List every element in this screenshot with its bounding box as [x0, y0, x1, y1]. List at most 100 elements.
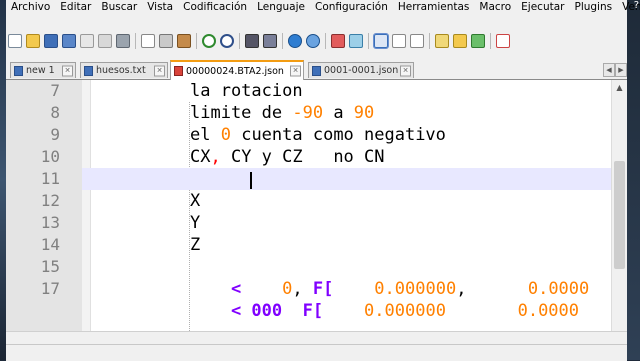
editor-line[interactable]: 9 el 0 cuenta como negativo	[6, 124, 612, 146]
tab-bar: new 1 ✕ huesos.txt ✕ 00000024.BTA2.json ✕ 0001…	[6, 60, 627, 80]
status-bar	[6, 344, 627, 361]
editor-line[interactable]: 10 CX, CY y CZ no CN	[6, 146, 612, 168]
editor-line[interactable]: < 000 F[ 0.000000 0.0000	[6, 300, 612, 322]
open-file-icon[interactable]	[26, 34, 40, 48]
toolbar-separator	[239, 33, 240, 49]
tab-close-icon[interactable]: ✕	[400, 65, 411, 76]
undo-icon[interactable]	[202, 34, 216, 48]
tab-close-icon[interactable]: ✕	[62, 65, 73, 76]
new-file-icon[interactable]	[8, 34, 22, 48]
line-number: 9	[50, 125, 60, 144]
toolbar	[6, 30, 627, 52]
tab-scroll-left-icon[interactable]: ◀	[603, 63, 615, 77]
tab-4[interactable]: 0001-0001.json ✕	[308, 62, 414, 78]
zoom-out-icon[interactable]	[306, 34, 320, 48]
sync-scroll-icon[interactable]	[331, 34, 345, 48]
tab-label: huesos.txt	[96, 65, 146, 76]
menu-plugins[interactable]: Plugins	[569, 0, 617, 14]
menubar: Archivo Editar Buscar Vista Codificación Leng…	[6, 0, 640, 14]
editor-line[interactable]: 11	[6, 168, 612, 190]
print-icon[interactable]	[116, 34, 130, 48]
tab-1[interactable]: new 1 ✕	[10, 62, 76, 78]
paste-icon[interactable]	[177, 34, 191, 48]
save-icon[interactable]	[44, 34, 58, 48]
token: a	[323, 103, 354, 123]
editor-line[interactable]: 8 limite de -90 a 90	[6, 102, 612, 124]
find-icon[interactable]	[245, 34, 259, 48]
vertical-scrollbar[interactable]: ▲	[611, 80, 627, 331]
tab-3[interactable]: 00000024.BTA2.json ✕	[170, 60, 304, 80]
run-icon[interactable]	[471, 34, 485, 48]
desktop-background-right	[627, 0, 640, 360]
show-all-chars-icon[interactable]	[373, 33, 389, 49]
token: 90	[353, 103, 375, 123]
token: 0.0000	[517, 301, 580, 321]
menu-ejecutar[interactable]: Ejecutar	[516, 0, 569, 14]
menu-buscar[interactable]: Buscar	[96, 0, 142, 14]
editor-line[interactable]: 14 Z	[6, 234, 612, 256]
file-icon-red	[174, 66, 183, 76]
scrollbar-thumb[interactable]	[614, 161, 625, 269]
scroll-up-icon[interactable]: ▲	[612, 80, 627, 95]
line-number-cell: 10	[6, 146, 82, 168]
plugin-icon[interactable]	[496, 34, 510, 48]
token: <	[230, 279, 242, 299]
menu-archivo[interactable]: Archivo	[6, 0, 55, 14]
token: -90	[292, 103, 324, 123]
menu-macro[interactable]: Macro	[474, 0, 516, 14]
editor-line[interactable]: 13 Y	[6, 212, 612, 234]
toolbar-separator	[196, 33, 197, 49]
toolbar-separator	[490, 33, 491, 49]
language-icon[interactable]	[435, 34, 449, 48]
line-text: limite de -90 a 90	[190, 102, 374, 124]
token: CX	[190, 147, 211, 167]
zoom-in-icon[interactable]	[288, 34, 302, 48]
token: 0	[220, 125, 231, 145]
menu-configuración[interactable]: Configuración	[310, 0, 393, 14]
word-wrap-icon[interactable]	[349, 34, 363, 48]
paragraph-icon[interactable]	[410, 34, 424, 48]
menu-overflow[interactable]: ?	[634, 0, 639, 11]
line-number-cell: 14	[6, 234, 82, 256]
token: ,	[292, 279, 313, 299]
indent-guide-icon[interactable]	[392, 34, 406, 48]
toolbar-separator	[325, 33, 326, 49]
token: 0	[241, 279, 293, 299]
horizontal-scrollbar[interactable]	[6, 331, 627, 345]
close-icon[interactable]	[80, 34, 94, 48]
token: 0.000000	[323, 301, 446, 321]
copy-icon[interactable]	[159, 34, 173, 48]
editor-area[interactable]: 7 la rotacion 8 limite de -90 a 90 9 el 0 cue…	[6, 80, 627, 331]
menu-lenguaje[interactable]: Lenguaje	[252, 0, 310, 14]
replace-icon[interactable]	[263, 34, 277, 48]
menu-editar[interactable]: Editar	[55, 0, 96, 14]
tab-scroll-right-icon[interactable]: ▶	[615, 63, 627, 77]
menu-codificación[interactable]: Codificación	[178, 0, 252, 14]
line-number-cell: 9	[6, 124, 82, 146]
line-number: 14	[40, 235, 60, 254]
macro-record-icon[interactable]	[453, 34, 467, 48]
editor-line[interactable]: 15	[6, 256, 612, 278]
line-number-cell: 8	[6, 102, 82, 124]
save-all-icon[interactable]	[62, 34, 76, 48]
close-all-icon[interactable]	[98, 34, 112, 48]
cut-icon[interactable]	[141, 34, 155, 48]
tab-close-icon[interactable]: ✕	[154, 65, 165, 76]
editor-line[interactable]: 17 < 0, F[ 0.000000, 0.0000	[6, 278, 612, 300]
redo-icon[interactable]	[220, 34, 234, 48]
menu-herramientas[interactable]: Herramientas	[393, 0, 475, 14]
file-icon-blue	[14, 65, 23, 76]
token: F[	[312, 279, 334, 299]
toolbar-separator	[135, 33, 136, 49]
line-text: < 0, F[ 0.000000, 0.0000	[190, 278, 589, 300]
tab-2[interactable]: huesos.txt ✕	[80, 62, 168, 78]
editor-line[interactable]: 7 la rotacion	[6, 80, 612, 102]
line-text: < 000 F[ 0.000000 0.0000	[190, 300, 579, 322]
editor-line[interactable]: 12 X	[6, 190, 612, 212]
menu-vista[interactable]: Vista	[142, 0, 178, 14]
tab-close-icon[interactable]: ✕	[290, 65, 301, 77]
line-number-cell: 13	[6, 212, 82, 234]
